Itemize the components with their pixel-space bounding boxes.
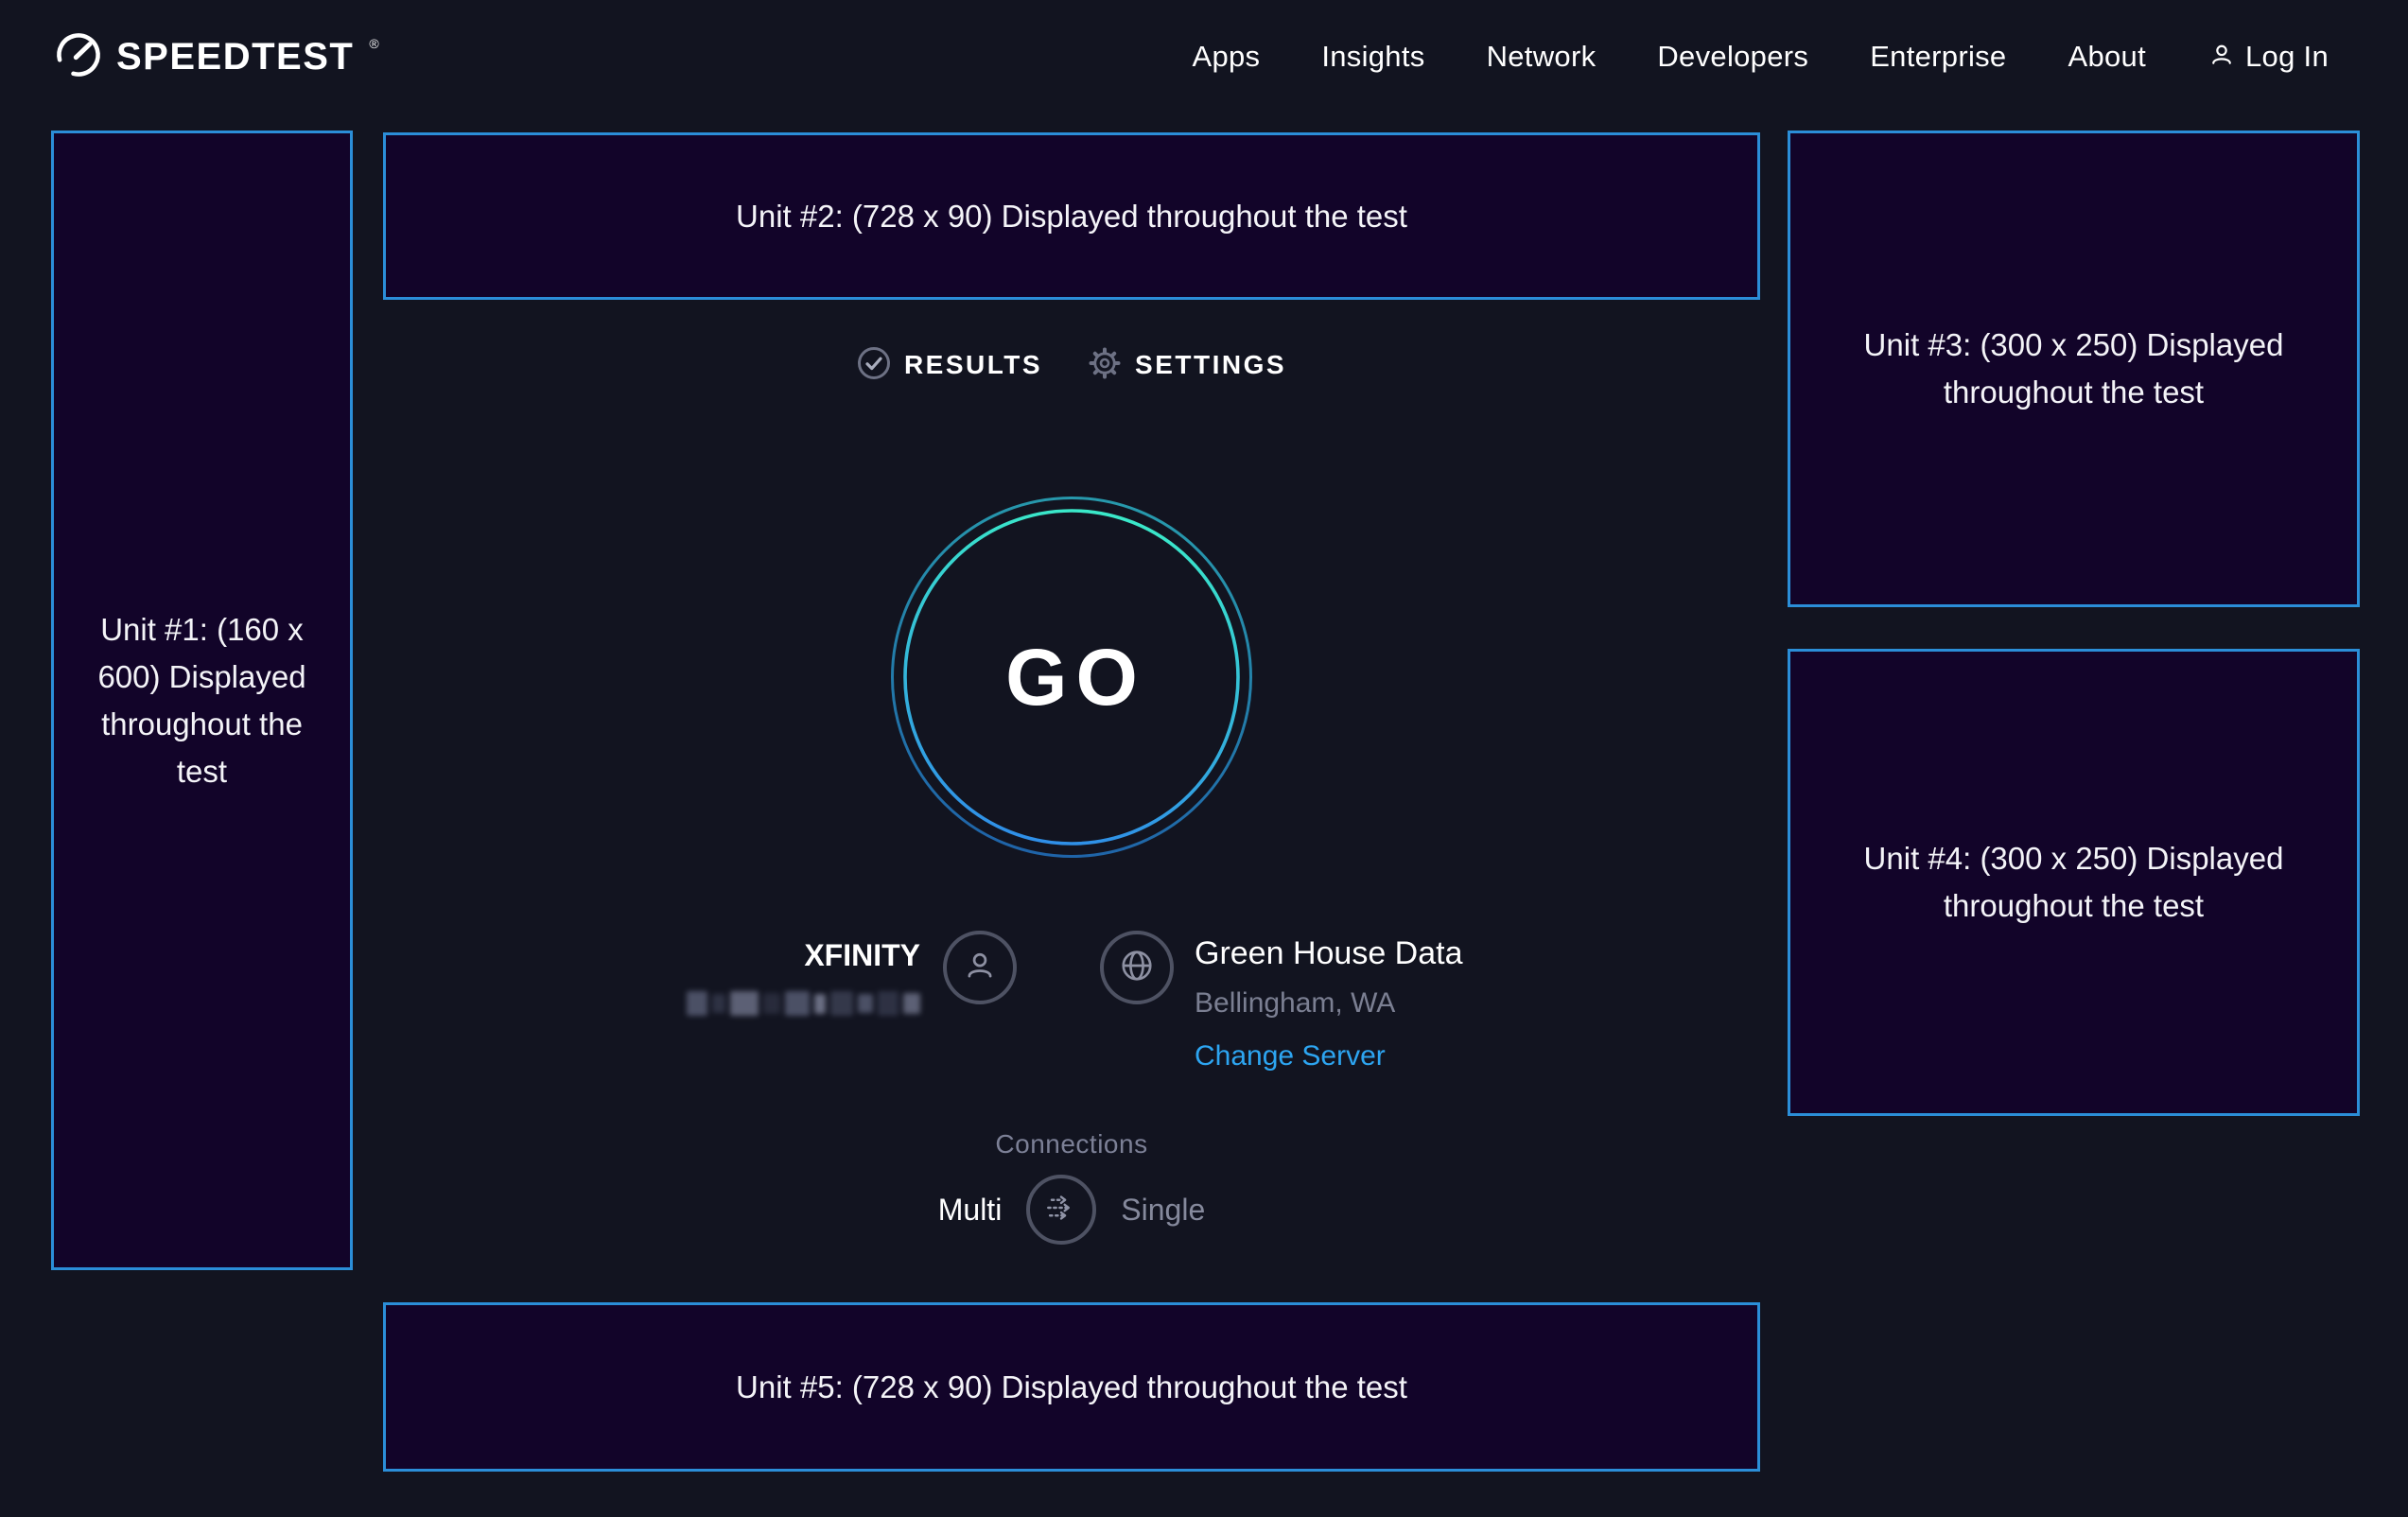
- globe-icon: [1119, 948, 1155, 988]
- go-button[interactable]: GO: [890, 496, 1253, 859]
- server-block: Green House Data Bellingham, WA Change S…: [1195, 925, 1507, 1074]
- person-icon: [2207, 41, 2236, 74]
- check-circle-icon: [857, 346, 891, 385]
- test-panel: RESULTS: [383, 0, 1760, 1517]
- tab-settings[interactable]: SETTINGS: [1088, 346, 1286, 385]
- ad-unit-4[interactable]: Unit #4: (300 x 250) Displayed throughou…: [1788, 649, 2360, 1116]
- server-location: Bellingham, WA: [1195, 985, 1395, 1021]
- login-label: Log In: [2245, 40, 2329, 74]
- connections-option-multi[interactable]: Multi: [938, 1193, 1003, 1228]
- connection-info-row: XFINITY: [383, 925, 1760, 1074]
- speedometer-icon: [54, 30, 103, 84]
- ad-unit-1[interactable]: Unit #1: (160 x 600) Displayed throughou…: [51, 131, 353, 1270]
- connections-label: Connections: [995, 1129, 1147, 1160]
- tab-results-label: RESULTS: [904, 350, 1042, 380]
- ad-unit-4-label: Unit #4: (300 x 250) Displayed throughou…: [1857, 835, 2291, 930]
- connections-section: Connections Multi Sin: [383, 1129, 1760, 1245]
- brand-wordmark: SPEEDTEST: [116, 36, 354, 78]
- redacted-ip-blur: [687, 987, 920, 1020]
- nav-item-enterprise[interactable]: Enterprise: [1870, 40, 2006, 74]
- go-button-label: GO: [890, 496, 1253, 859]
- server-badge: [1100, 931, 1174, 1004]
- server-name: Green House Data: [1195, 934, 1463, 972]
- change-server-link[interactable]: Change Server: [1195, 1038, 1386, 1074]
- isp-block: XFINITY: [637, 925, 920, 1020]
- ad-unit-1-label: Unit #1: (160 x 600) Displayed throughou…: [80, 606, 323, 795]
- tab-settings-label: SETTINGS: [1135, 350, 1286, 380]
- ad-unit-3[interactable]: Unit #3: (300 x 250) Displayed throughou…: [1788, 131, 2360, 607]
- speedtest-page: SPEEDTEST ® Apps Insights Network Develo…: [0, 0, 2408, 1517]
- multi-stream-arrows-icon: [1040, 1187, 1082, 1233]
- tabs-row: RESULTS: [383, 346, 1760, 384]
- login-button[interactable]: Log In: [2207, 40, 2329, 74]
- gear-icon: [1088, 346, 1122, 385]
- tab-results[interactable]: RESULTS: [857, 346, 1042, 385]
- speedtest-logo[interactable]: SPEEDTEST ®: [54, 30, 377, 84]
- connections-option-single[interactable]: Single: [1121, 1193, 1205, 1228]
- isp-badge: [943, 931, 1017, 1004]
- connections-toggle[interactable]: [1026, 1175, 1096, 1245]
- isp-name: XFINITY: [804, 936, 920, 974]
- person-icon: [962, 948, 998, 988]
- nav-item-about[interactable]: About: [2068, 40, 2146, 74]
- trademark-symbol: ®: [369, 36, 378, 51]
- ad-unit-3-label: Unit #3: (300 x 250) Displayed throughou…: [1857, 322, 2291, 416]
- connections-toggle-row: Multi Single: [938, 1175, 1206, 1245]
